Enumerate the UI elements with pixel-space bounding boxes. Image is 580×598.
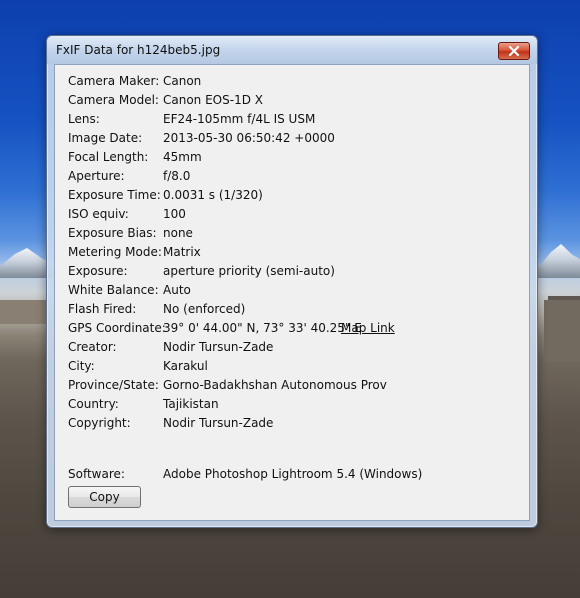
dialog-title: FxIF Data for h124beb5.jpg [56,43,221,57]
field-label: ISO equiv: [68,207,129,221]
field-label: Country: [68,397,119,411]
field-row-metering-mode: Metering Mode: Matrix [55,245,529,264]
field-value: EF24-105mm f/4L IS USM [163,112,316,126]
field-label: White Balance: [68,283,159,297]
field-label: Lens: [68,112,100,126]
field-label: GPS Coordinate: [68,321,166,335]
field-value: 45mm [163,150,202,164]
field-value: none [163,226,193,240]
dialog-titlebar[interactable]: FxIF Data for h124beb5.jpg [47,36,537,64]
field-value: Nodir Tursun-Zade [163,416,274,430]
field-row-creator: Creator: Nodir Tursun-Zade [55,340,529,359]
field-value: 0.0031 s (1/320) [163,188,263,202]
field-value: Adobe Photoshop Lightroom 5.4 (Windows) [163,467,423,481]
field-value: Canon EOS-1D X [163,93,263,107]
dialog-content: Camera Maker: Canon Camera Model: Canon … [54,64,530,521]
field-label: Exposure Bias: [68,226,157,240]
field-row-camera-maker: Camera Maker: Canon [55,74,529,93]
field-row-aperture: Aperture: f/8.0 [55,169,529,188]
close-icon [508,46,520,56]
field-value: Auto [163,283,191,297]
field-label: Camera Maker: [68,74,160,88]
wallpaper-building [0,300,46,324]
copy-button[interactable]: Copy [68,486,141,508]
field-value: 100 [163,207,186,221]
field-row-image-date: Image Date: 2013-05-30 06:50:42 +0000 [55,131,529,150]
field-label: Exposure Time: [68,188,161,202]
field-value: Matrix [163,245,201,259]
field-label: Creator: [68,340,117,354]
field-label: Copyright: [68,416,131,430]
field-row-white-balance: White Balance: Auto [55,283,529,302]
field-label: Aperture: [68,169,125,183]
field-row-province-state: Province/State: Gorno-Badakhshan Autonom… [55,378,529,397]
field-row-iso: ISO equiv: 100 [55,207,529,226]
field-row-exposure-bias: Exposure Bias: none [55,226,529,245]
field-value: Nodir Tursun-Zade [163,340,274,354]
field-value: 2013-05-30 06:50:42 +0000 [163,131,335,145]
field-row-gps-coordinate: GPS Coordinate: 39° 0' 44.00" N, 73° 33'… [55,321,529,340]
field-label: Focal Length: [68,150,149,164]
close-button[interactable] [498,42,530,60]
field-row-camera-model: Camera Model: Canon EOS-1D X [55,93,529,112]
wallpaper-building [544,300,580,362]
fxif-dialog: FxIF Data for h124beb5.jpg Camera Maker:… [46,35,538,528]
field-row-software: Software: Adobe Photoshop Lightroom 5.4 … [55,467,529,486]
field-value: aperture priority (semi-auto) [163,264,335,278]
field-label: City: [68,359,95,373]
field-value: 39° 0' 44.00" N, 73° 33' 40.25" E [163,321,362,335]
field-row-country: Country: Tajikistan [55,397,529,416]
field-value: No (enforced) [163,302,246,316]
field-label: Province/State: [68,378,159,392]
field-label: Exposure: [68,264,128,278]
field-row-city: City: Karakul [55,359,529,378]
field-row-focal-length: Focal Length: 45mm [55,150,529,169]
field-row-exposure-time: Exposure Time: 0.0031 s (1/320) [55,188,529,207]
field-label: Flash Fired: [68,302,137,316]
field-value: Gorno-Badakhshan Autonomous Prov [163,378,387,392]
map-link[interactable]: Map Link [341,321,395,335]
field-row-lens: Lens: EF24-105mm f/4L IS USM [55,112,529,131]
field-row-copyright: Copyright: Nodir Tursun-Zade [55,416,529,435]
field-label: Software: [68,467,125,481]
field-label: Camera Model: [68,93,159,107]
field-row-flash-fired: Flash Fired: No (enforced) [55,302,529,321]
field-label: Metering Mode: [68,245,162,259]
field-value: Karakul [163,359,208,373]
field-value: f/8.0 [163,169,191,183]
field-label: Image Date: [68,131,143,145]
field-value: Canon [163,74,202,88]
field-value: Tajikistan [163,397,219,411]
field-row-exposure: Exposure: aperture priority (semi-auto) [55,264,529,283]
